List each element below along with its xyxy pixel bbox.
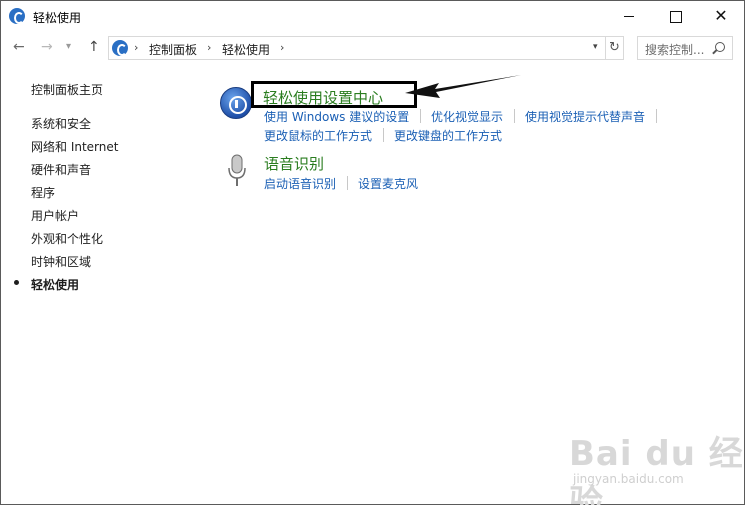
link-optimize-visual-display[interactable]: 优化视觉显示 xyxy=(431,108,503,125)
sidebar-item-ease-of-access[interactable]: 轻松使用 xyxy=(31,276,79,293)
link-separator xyxy=(420,109,421,123)
sidebar-item-network-internet[interactable]: 网络和 Internet xyxy=(31,138,118,155)
annotation-arrow xyxy=(405,75,521,98)
link-separator xyxy=(383,128,384,142)
search-box[interactable]: 搜索控制... xyxy=(637,36,733,60)
breadcrumb-separator[interactable]: › xyxy=(134,41,138,54)
baidu-watermark-url: jingyan.baidu.com xyxy=(573,472,684,486)
sidebar-item-user-accounts[interactable]: 用户帐户 xyxy=(31,207,79,224)
window-title: 轻松使用 xyxy=(33,11,82,25)
sidebar-item-system-security[interactable]: 系统和安全 xyxy=(31,115,91,132)
control-panel-window: 轻松使用 ✕ ← → ▾ ↑ › 控制面板 › 轻松使用 › ▾ ↻ 搜索控制.… xyxy=(0,0,745,505)
control-panel-icon xyxy=(9,8,25,24)
forward-button[interactable]: → xyxy=(41,39,53,55)
search-icon[interactable] xyxy=(715,42,725,52)
microphone-pole xyxy=(236,178,238,186)
baidu-watermark: Bai du 经验 xyxy=(569,434,744,505)
link-windows-recommended-settings[interactable]: 使用 Windows 建议的设置 xyxy=(264,108,409,125)
sidebar-item-appearance[interactable]: 外观和个性化 xyxy=(31,230,103,247)
sidebar-item-hardware-sound[interactable]: 硬件和声音 xyxy=(31,161,91,178)
link-separator xyxy=(514,109,515,123)
highlight-box xyxy=(251,81,417,108)
link-separator xyxy=(656,109,657,123)
sidebar-item-programs[interactable]: 程序 xyxy=(31,184,55,201)
refresh-button[interactable]: ↻ xyxy=(606,36,624,60)
breadcrumb-separator[interactable]: › xyxy=(280,41,284,54)
microphone-head xyxy=(231,154,243,174)
search-placeholder[interactable]: 搜索控制... xyxy=(645,41,704,58)
back-button[interactable]: ← xyxy=(13,39,25,55)
recent-locations-dropdown[interactable]: ▾ xyxy=(66,41,71,52)
microphone-icon[interactable] xyxy=(227,154,247,188)
sidebar-home-link[interactable]: 控制面板主页 xyxy=(31,81,103,98)
link-setup-microphone[interactable]: 设置麦克风 xyxy=(358,175,418,192)
address-dropdown-icon[interactable]: ▾ xyxy=(593,42,598,52)
close-button[interactable]: ✕ xyxy=(698,1,744,31)
breadcrumb-control-panel[interactable]: 控制面板 xyxy=(149,41,197,58)
breadcrumb-ease-of-access[interactable]: 轻松使用 xyxy=(222,41,270,58)
title-bar: 轻松使用 ✕ xyxy=(1,1,744,31)
up-button[interactable]: ↑ xyxy=(88,39,100,55)
breadcrumb-separator[interactable]: › xyxy=(207,41,211,54)
current-item-bullet xyxy=(14,280,19,285)
category-title-speech-recognition[interactable]: 语音识别 xyxy=(264,153,324,174)
link-change-keyboard[interactable]: 更改键盘的工作方式 xyxy=(394,127,502,144)
link-separator xyxy=(347,176,348,190)
control-panel-icon xyxy=(112,40,128,56)
link-change-mouse[interactable]: 更改鼠标的工作方式 xyxy=(264,127,372,144)
sidebar-item-clock-region[interactable]: 时钟和区域 xyxy=(31,253,91,270)
maximize-button[interactable] xyxy=(652,1,698,31)
minimize-button[interactable] xyxy=(606,1,652,31)
arrow-shape xyxy=(405,75,521,98)
link-start-speech-recognition[interactable]: 启动语音识别 xyxy=(264,175,336,192)
link-visual-cues-for-sounds[interactable]: 使用视觉提示代替声音 xyxy=(525,108,645,125)
ease-of-access-icon[interactable] xyxy=(220,87,252,119)
address-bar[interactable]: › 控制面板 › 轻松使用 › ▾ xyxy=(108,36,606,60)
